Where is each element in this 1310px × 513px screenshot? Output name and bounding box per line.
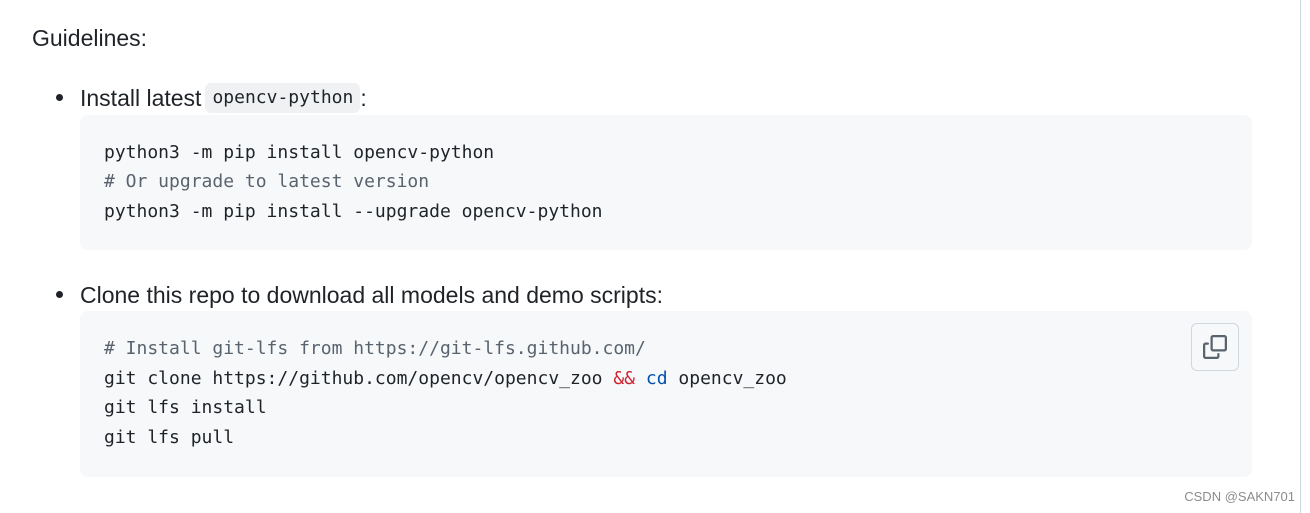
section-heading: Guidelines:: [32, 25, 148, 51]
code-line: python3 -m pip install --upgrade opencv-…: [104, 201, 603, 222]
code-block-git[interactable]: # Install git-lfs from https://git-lfs.g…: [80, 311, 1252, 477]
copy-button[interactable]: [1191, 323, 1239, 371]
list-item-colon: :: [360, 85, 367, 111]
copy-icon: [1203, 335, 1227, 359]
code-block-pip[interactable]: python3 -m pip install opencv-python # O…: [80, 115, 1252, 250]
scrollbar-edge: [1300, 0, 1301, 513]
list-bullet: [56, 94, 63, 101]
code-comment: # Install git-lfs from https://git-lfs.g…: [104, 338, 646, 359]
watermark: CSDN @SAKN701: [1184, 489, 1295, 504]
code-line: python3 -m pip install opencv-python: [104, 142, 495, 163]
code-line: git lfs pull: [104, 427, 235, 448]
code-cd-argument: opencv_zoo: [667, 368, 787, 389]
list-bullet: [56, 291, 63, 298]
inline-code-opencv-python: opencv-python: [205, 83, 361, 113]
list-item-text: Install latest: [80, 85, 202, 111]
code-line: git lfs install: [104, 397, 267, 418]
clipped-next-line: [80, 504, 880, 513]
code-clone-command: git clone https://github.com/opencv/open…: [104, 368, 614, 389]
code-comment: # Or upgrade to latest version: [104, 171, 430, 192]
list-item-install: Install latest opencv-python:: [80, 83, 367, 113]
code-line-clone: git clone https://github.com/opencv/open…: [104, 367, 787, 391]
code-and-operator: &&: [613, 368, 636, 389]
code-cd-builtin: cd: [645, 368, 668, 389]
list-item-clone: Clone this repo to download all models a…: [80, 282, 663, 308]
